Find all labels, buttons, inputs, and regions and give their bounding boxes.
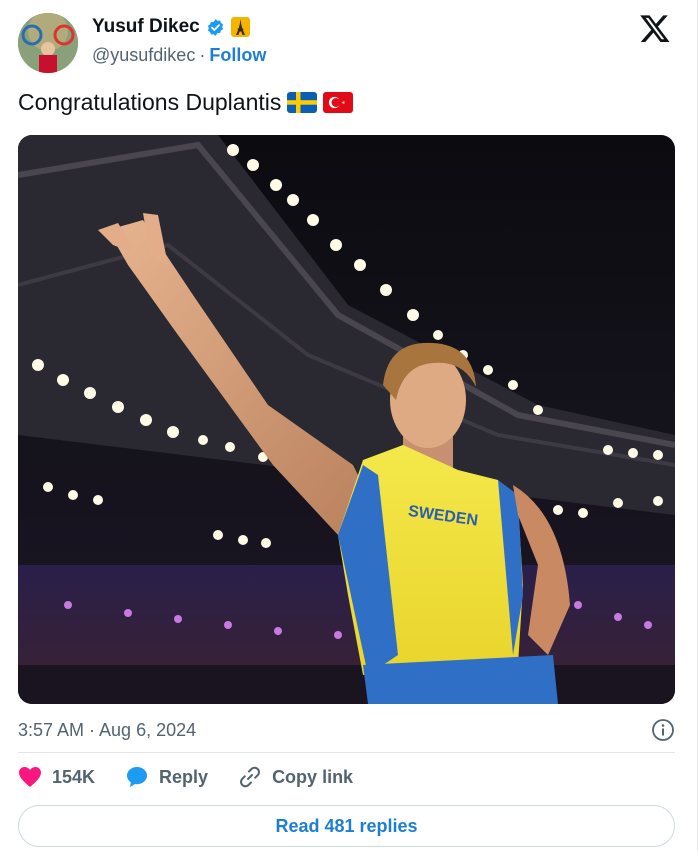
tweet-text: Congratulations Duplantis [18, 89, 282, 115]
separator-dot: · [199, 45, 206, 65]
like-button[interactable]: 154K [18, 766, 95, 788]
athlete-photo-image: SWEDEN [18, 135, 675, 704]
verified-badge-icon [207, 18, 223, 36]
heart-icon [19, 767, 41, 787]
timestamp[interactable]: 3:57 AM · Aug 6, 2024 [18, 720, 196, 741]
author-name-row: Yusuf Dikec [92, 16, 250, 38]
author-handle[interactable]: @yusufdikec [92, 45, 195, 66]
turkey-flag-icon [323, 92, 354, 113]
timestamp-row: 3:57 AM · Aug 6, 2024 [18, 718, 675, 742]
link-icon [240, 766, 261, 788]
divider [18, 752, 675, 753]
copy-link-label: Copy link [272, 766, 354, 787]
tweet-card: Yusuf Dikec @yusufdikec · Follow Congrat… [0, 0, 698, 851]
reply-button[interactable]: Reply [125, 765, 208, 789]
action-bar: 154K Reply Copy link [18, 765, 383, 789]
avatar-image [18, 13, 78, 73]
author-handle-row: @yusufdikec · Follow [92, 45, 266, 66]
info-icon[interactable] [651, 718, 675, 742]
author-name[interactable]: Yusuf Dikec [92, 16, 200, 38]
read-replies-label: Read 481 replies [275, 815, 418, 836]
follow-button[interactable]: Follow [209, 45, 266, 66]
reply-label: Reply [159, 766, 209, 787]
eiffel-tower-badge-icon [230, 17, 250, 37]
read-replies-button[interactable]: Read 481 replies [18, 805, 675, 847]
reply-bubble-icon [127, 767, 148, 787]
tweet-photo[interactable]: SWEDEN [18, 135, 675, 704]
x-logo-icon[interactable] [639, 12, 671, 44]
likes-count: 154K [52, 766, 96, 787]
avatar[interactable] [18, 13, 78, 73]
copy-link-button[interactable]: Copy link [238, 765, 353, 789]
tweet-text-row: Congratulations Duplantis [18, 89, 354, 116]
sweden-flag-icon [287, 92, 318, 113]
